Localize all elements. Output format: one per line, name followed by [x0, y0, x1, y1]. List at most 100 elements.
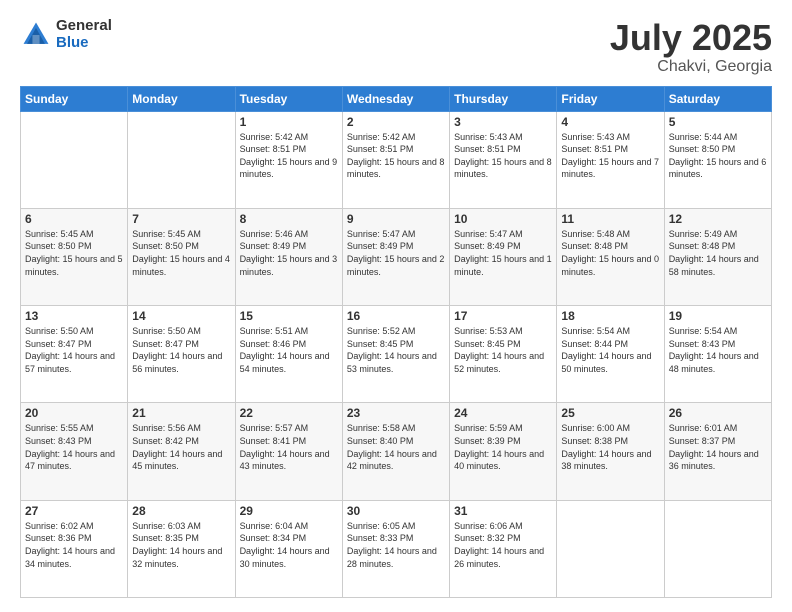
- calendar-cell: [21, 111, 128, 208]
- week-row-1: 1 Sunrise: 5:42 AM Sunset: 8:51 PM Daylig…: [21, 111, 772, 208]
- logo-general-text: General: [56, 18, 112, 35]
- cell-info: Sunrise: 5:54 AM Sunset: 8:44 PM Dayligh…: [561, 325, 659, 375]
- day-number: 10: [454, 212, 552, 226]
- calendar-cell: 18 Sunrise: 5:54 AM Sunset: 8:44 PM Dayli…: [557, 306, 664, 403]
- weekday-header-friday: Friday: [557, 86, 664, 111]
- calendar-cell: 28Sunrise: 6:03 AM Sunset: 8:35 PM Dayli…: [128, 500, 235, 597]
- day-number: 11: [561, 212, 659, 226]
- day-number: 23: [347, 406, 445, 420]
- cell-info: Sunrise: 5:50 AM Sunset: 8:47 PM Dayligh…: [25, 325, 123, 375]
- calendar-cell: 31 Sunrise: 6:06 AM Sunset: 8:32 PM Dayli…: [450, 500, 557, 597]
- cell-info: Sunrise: 6:03 AM Sunset: 8:35 PM Dayligh…: [132, 520, 230, 570]
- cell-info: Sunrise: 5:47 AM Sunset: 8:49 PM Dayligh…: [347, 228, 445, 278]
- day-number: 16: [347, 309, 445, 323]
- cell-info: Sunrise: 5:59 AM Sunset: 8:39 PM Dayligh…: [454, 422, 552, 472]
- day-number: 4: [561, 115, 659, 129]
- calendar-cell: [664, 500, 771, 597]
- cell-info: Sunrise: 5:50 AM Sunset: 8:47 PM Dayligh…: [132, 325, 230, 375]
- cell-info: Sunrise: 5:47 AM Sunset: 8:49 PM Dayligh…: [454, 228, 552, 278]
- calendar-cell: 10 Sunrise: 5:47 AM Sunset: 8:49 PM Dayli…: [450, 208, 557, 305]
- day-number: 19: [669, 309, 767, 323]
- logo-blue-text: Blue: [56, 35, 112, 52]
- week-row-5: 27Sunrise: 6:02 AM Sunset: 8:36 PM Dayli…: [21, 500, 772, 597]
- calendar-cell: 21Sunrise: 5:56 AM Sunset: 8:42 PM Dayli…: [128, 403, 235, 500]
- day-number: 30: [347, 504, 445, 518]
- day-number: 21: [132, 406, 230, 420]
- logo: General Blue: [20, 18, 112, 51]
- calendar-cell: 9Sunrise: 5:47 AM Sunset: 8:49 PM Daylig…: [342, 208, 449, 305]
- day-number: 7: [132, 212, 230, 226]
- cell-info: Sunrise: 6:02 AM Sunset: 8:36 PM Dayligh…: [25, 520, 123, 570]
- calendar-cell: 22Sunrise: 5:57 AM Sunset: 8:41 PM Dayli…: [235, 403, 342, 500]
- calendar-cell: [557, 500, 664, 597]
- day-number: 31: [454, 504, 552, 518]
- cell-info: Sunrise: 5:46 AM Sunset: 8:49 PM Dayligh…: [240, 228, 338, 278]
- weekday-header-row: SundayMondayTuesdayWednesdayThursdayFrid…: [21, 86, 772, 111]
- day-number: 14: [132, 309, 230, 323]
- day-number: 20: [25, 406, 123, 420]
- day-number: 29: [240, 504, 338, 518]
- calendar-cell: 17 Sunrise: 5:53 AM Sunset: 8:45 PM Dayli…: [450, 306, 557, 403]
- cell-info: Sunrise: 5:43 AM Sunset: 8:51 PM Dayligh…: [454, 131, 552, 181]
- calendar-cell: [128, 111, 235, 208]
- weekday-header-tuesday: Tuesday: [235, 86, 342, 111]
- calendar-cell: 7Sunrise: 5:45 AM Sunset: 8:50 PM Daylig…: [128, 208, 235, 305]
- cell-info: Sunrise: 5:44 AM Sunset: 8:50 PM Dayligh…: [669, 131, 767, 181]
- week-row-4: 20 Sunrise: 5:55 AM Sunset: 8:43 PM Dayli…: [21, 403, 772, 500]
- day-number: 26: [669, 406, 767, 420]
- week-row-3: 13 Sunrise: 5:50 AM Sunset: 8:47 PM Dayli…: [21, 306, 772, 403]
- calendar-cell: 1Sunrise: 5:42 AM Sunset: 8:51 PM Daylig…: [235, 111, 342, 208]
- cell-info: Sunrise: 6:01 AM Sunset: 8:37 PM Dayligh…: [669, 422, 767, 472]
- calendar-cell: 24 Sunrise: 5:59 AM Sunset: 8:39 PM Dayli…: [450, 403, 557, 500]
- calendar-cell: 2 Sunrise: 5:42 AM Sunset: 8:51 PM Daylig…: [342, 111, 449, 208]
- day-number: 15: [240, 309, 338, 323]
- day-number: 5: [669, 115, 767, 129]
- logo-text: General Blue: [56, 18, 112, 51]
- cell-info: Sunrise: 6:06 AM Sunset: 8:32 PM Dayligh…: [454, 520, 552, 570]
- day-number: 8: [240, 212, 338, 226]
- cell-info: Sunrise: 5:58 AM Sunset: 8:40 PM Dayligh…: [347, 422, 445, 472]
- day-number: 2: [347, 115, 445, 129]
- calendar-cell: 30 Sunrise: 6:05 AM Sunset: 8:33 PM Dayli…: [342, 500, 449, 597]
- cell-info: Sunrise: 6:05 AM Sunset: 8:33 PM Dayligh…: [347, 520, 445, 570]
- calendar-cell: 27Sunrise: 6:02 AM Sunset: 8:36 PM Dayli…: [21, 500, 128, 597]
- cell-info: Sunrise: 5:42 AM Sunset: 8:51 PM Dayligh…: [347, 131, 445, 181]
- weekday-header-thursday: Thursday: [450, 86, 557, 111]
- cell-info: Sunrise: 5:55 AM Sunset: 8:43 PM Dayligh…: [25, 422, 123, 472]
- day-number: 1: [240, 115, 338, 129]
- location-title: Chakvi, Georgia: [610, 58, 772, 76]
- cell-info: Sunrise: 6:04 AM Sunset: 8:34 PM Dayligh…: [240, 520, 338, 570]
- calendar-cell: 5 Sunrise: 5:44 AM Sunset: 8:50 PM Daylig…: [664, 111, 771, 208]
- day-number: 13: [25, 309, 123, 323]
- cell-info: Sunrise: 5:45 AM Sunset: 8:50 PM Dayligh…: [25, 228, 123, 278]
- cell-info: Sunrise: 5:48 AM Sunset: 8:48 PM Dayligh…: [561, 228, 659, 278]
- cell-info: Sunrise: 5:49 AM Sunset: 8:48 PM Dayligh…: [669, 228, 767, 278]
- month-title: July 2025: [610, 18, 772, 58]
- calendar-cell: 19Sunrise: 5:54 AM Sunset: 8:43 PM Dayli…: [664, 306, 771, 403]
- cell-info: Sunrise: 5:43 AM Sunset: 8:51 PM Dayligh…: [561, 131, 659, 181]
- page: General Blue July 2025 Chakvi, Georgia S…: [0, 0, 792, 612]
- calendar-cell: 12Sunrise: 5:49 AM Sunset: 8:48 PM Dayli…: [664, 208, 771, 305]
- calendar-cell: 25Sunrise: 6:00 AM Sunset: 8:38 PM Dayli…: [557, 403, 664, 500]
- weekday-header-monday: Monday: [128, 86, 235, 111]
- day-number: 18: [561, 309, 659, 323]
- week-row-2: 6 Sunrise: 5:45 AM Sunset: 8:50 PM Daylig…: [21, 208, 772, 305]
- calendar-cell: 14 Sunrise: 5:50 AM Sunset: 8:47 PM Dayli…: [128, 306, 235, 403]
- day-number: 6: [25, 212, 123, 226]
- day-number: 3: [454, 115, 552, 129]
- calendar-cell: 3 Sunrise: 5:43 AM Sunset: 8:51 PM Daylig…: [450, 111, 557, 208]
- day-number: 25: [561, 406, 659, 420]
- header: General Blue July 2025 Chakvi, Georgia: [20, 18, 772, 76]
- day-number: 17: [454, 309, 552, 323]
- calendar-cell: 26 Sunrise: 6:01 AM Sunset: 8:37 PM Dayli…: [664, 403, 771, 500]
- weekday-header-wednesday: Wednesday: [342, 86, 449, 111]
- weekday-header-sunday: Sunday: [21, 86, 128, 111]
- calendar-cell: 20 Sunrise: 5:55 AM Sunset: 8:43 PM Dayli…: [21, 403, 128, 500]
- logo-icon: [20, 19, 52, 51]
- cell-info: Sunrise: 5:52 AM Sunset: 8:45 PM Dayligh…: [347, 325, 445, 375]
- calendar-cell: 16 Sunrise: 5:52 AM Sunset: 8:45 PM Dayli…: [342, 306, 449, 403]
- cell-info: Sunrise: 5:53 AM Sunset: 8:45 PM Dayligh…: [454, 325, 552, 375]
- calendar-cell: 6 Sunrise: 5:45 AM Sunset: 8:50 PM Daylig…: [21, 208, 128, 305]
- cell-info: Sunrise: 5:57 AM Sunset: 8:41 PM Dayligh…: [240, 422, 338, 472]
- day-number: 24: [454, 406, 552, 420]
